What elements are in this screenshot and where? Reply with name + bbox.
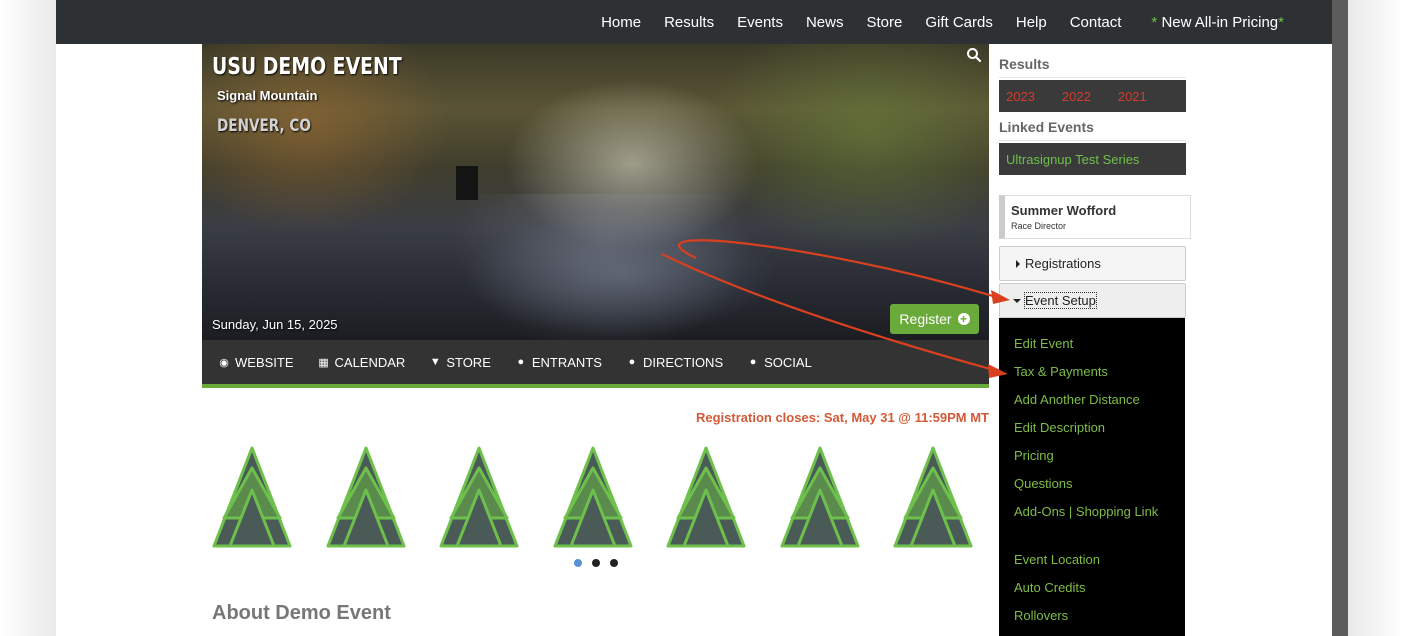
map-pin-icon: ● [628,356,636,368]
event-subnav: ◉ WEBSITE ▦ CALENDAR ▼ STORE ● ENTRANTS ● DIR… [202,340,989,388]
event-location: DENVER, CO [217,116,311,136]
nav-news[interactable]: News [806,14,844,31]
menu-pricing[interactable]: Pricing [1014,446,1164,466]
tree-logo [780,446,859,548]
menu-questions[interactable]: Questions [1014,474,1164,494]
divider [999,77,1186,78]
menu-rollovers[interactable]: Rollovers [1014,606,1164,626]
year-link-2023[interactable]: 2023 [1006,89,1035,104]
browser-page: Home Results Events News Store Gift Card… [56,0,1348,636]
hero-trail [452,194,752,340]
users-icon: ● [517,356,525,368]
nav-events[interactable]: Events [737,14,783,31]
tree-logo [553,446,632,548]
carousel-dot[interactable] [574,559,582,567]
pricing-label: New All-in Pricing [1161,13,1279,31]
registrations-accordion[interactable]: Registrations [999,246,1186,281]
about-heading: About Demo Event [212,602,391,624]
year-link-2021[interactable]: 2021 [1118,89,1147,104]
event-title: USU DEMO EVENT [212,54,402,80]
tree-logo [326,446,405,548]
page-scroll-gutter [1332,0,1348,636]
register-button[interactable]: Register + [890,304,979,334]
carousel-dot[interactable] [610,559,618,567]
subnav-website-label: WEBSITE [235,354,294,370]
subnav-directions[interactable]: ● DIRECTIONS [626,354,724,370]
tree-logo [439,446,519,548]
registration-closes: Registration closes: Sat, May 31 @ 11:59… [696,410,989,425]
users-icon: ● [749,356,757,368]
tree-logo [212,446,292,548]
menu-tax-payments[interactable]: Tax & Payments [1014,362,1164,382]
menu-edit-description[interactable]: Edit Description [1014,418,1164,438]
search-icon[interactable] [966,47,982,63]
menu-event-location[interactable]: Event Location [1014,550,1164,570]
year-link-2022[interactable]: 2022 [1062,89,1091,104]
linked-events-list: Ultrasignup Test Series [999,143,1186,175]
linked-event-link[interactable]: Ultrasignup Test Series [1006,152,1139,167]
subnav-website[interactable]: ◉ WEBSITE [218,354,294,370]
event-date: Sunday, Jun 15, 2025 [212,317,338,332]
nav-contact[interactable]: Contact [1070,14,1122,31]
subnav-calendar[interactable]: ▦ CALENDAR [318,354,406,370]
subnav-social[interactable]: ● SOCIAL [747,355,812,370]
menu-edit-event[interactable]: Edit Event [1014,334,1164,354]
calendar-icon: ▦ [318,356,329,369]
nav-gift-cards[interactable]: Gift Cards [925,14,993,31]
results-years: 2023 2022 2021 [999,80,1186,112]
carousel-dot[interactable] [592,559,600,567]
subnav-store[interactable]: ▼ STORE [429,355,491,370]
globe-icon: ◉ [219,356,229,369]
pricing-star-left: * [1151,13,1158,31]
divider [999,140,1186,141]
pricing-star-right: * [1278,13,1284,31]
menu-auto-credits[interactable]: Auto Credits [1014,578,1164,598]
menu-add-ons[interactable]: Add-Ons | Shopping Link [1014,502,1164,522]
plus-circle-icon: + [957,313,970,325]
subnav-directions-label: DIRECTIONS [642,354,724,370]
registrations-label: Registrations [1025,256,1101,271]
sponsor-carousel [202,446,989,550]
subnav-calendar-label: CALENDAR [334,354,406,370]
event-subtitle: Signal Mountain [217,88,318,103]
results-heading: Results [999,56,1186,78]
top-navigation: Home Results Events News Store Gift Card… [56,0,1348,44]
register-label: Register [899,311,952,327]
director-role: Race Director [1011,221,1067,231]
event-setup-menu: Edit Event Tax & Payments Add Another Di… [999,318,1185,636]
nav-results[interactable]: Results [664,14,714,31]
caret-down-icon [1013,299,1021,303]
tree-logo [666,446,746,548]
caret-right-icon [1016,260,1020,268]
linked-events-heading-text: Linked Events [999,119,1094,135]
window-shadow-right [1348,0,1404,636]
window-shadow-left [0,0,56,636]
cart-icon: ▼ [429,356,441,368]
nav-store[interactable]: Store [866,14,902,31]
menu-add-distance[interactable]: Add Another Distance [1014,390,1164,410]
hero-trail-post [456,166,478,200]
nav-help[interactable]: Help [1016,14,1047,31]
subnav-entrants[interactable]: ● ENTRANTS [515,355,602,370]
event-setup-label: Event Setup [1024,292,1097,309]
linked-events-heading: Linked Events [999,119,1186,141]
director-name: Summer Wofford [1011,203,1117,218]
tree-logo [893,446,973,548]
subnav-social-label: SOCIAL [764,354,812,370]
nav-home[interactable]: Home [601,14,641,31]
event-setup-accordion[interactable]: Event Setup [999,283,1186,318]
subnav-entrants-label: ENTRANTS [531,354,602,370]
race-director-card: Summer Wofford Race Director [999,195,1191,239]
event-hero-banner: USU DEMO EVENT Signal Mountain DENVER, C… [202,44,989,340]
results-heading-text: Results [999,56,1050,72]
nav-new-pricing[interactable]: * New All-in Pricing* [1151,14,1284,31]
subnav-store-label: STORE [446,354,491,370]
carousel-dots [574,559,618,567]
